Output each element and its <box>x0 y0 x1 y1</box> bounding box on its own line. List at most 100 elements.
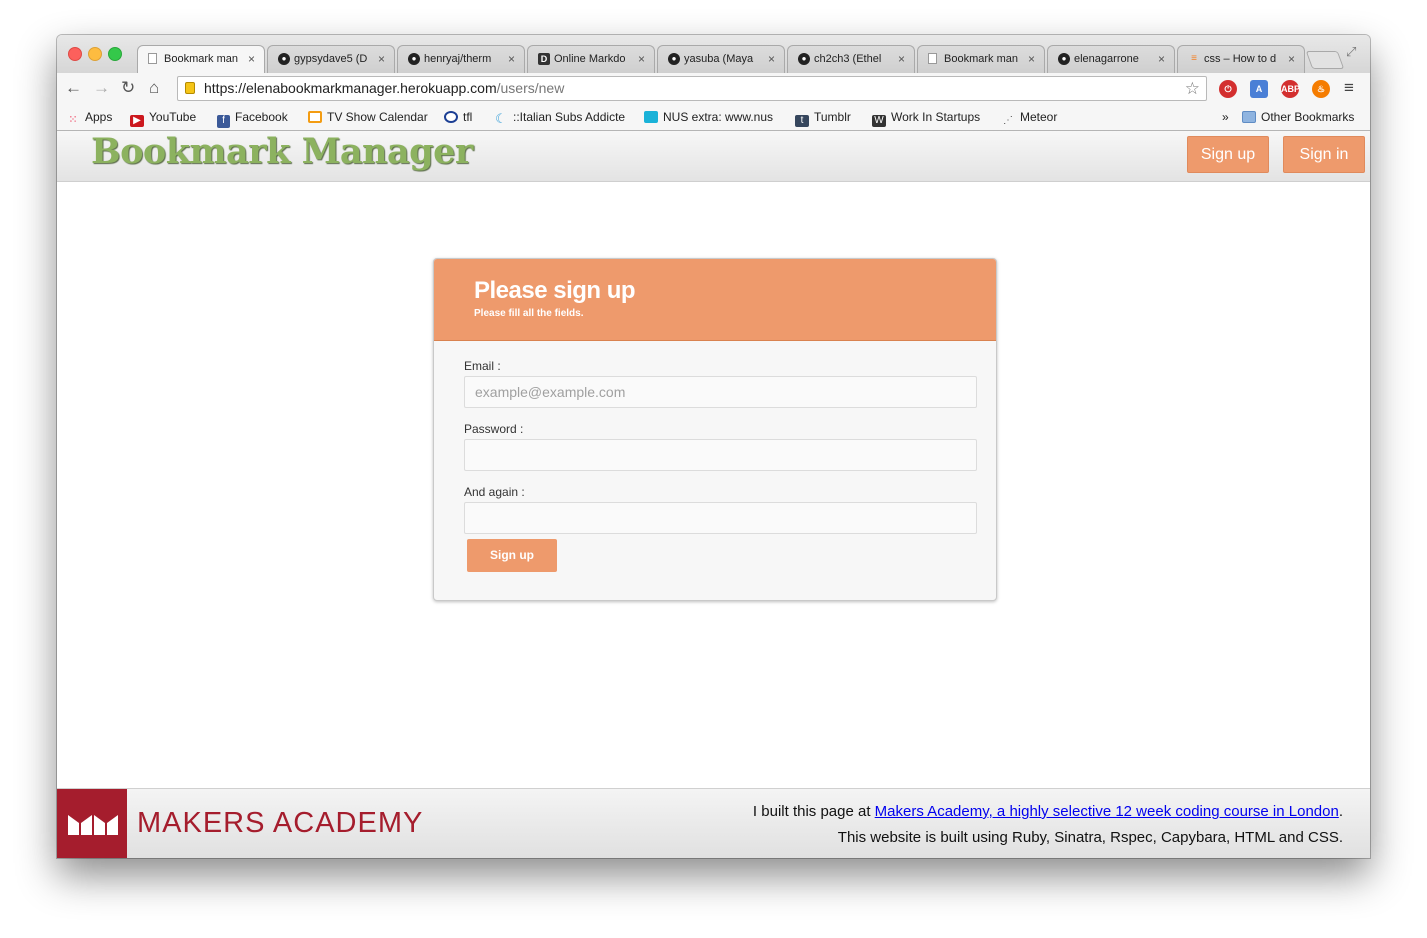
tab-close-icon[interactable]: × <box>1028 52 1035 66</box>
bookmark-italian-subs[interactable]: ☾::Italian Subs Addicte <box>494 110 630 125</box>
bookmarks-bar: ⁙ Apps ▶ YouTube f Facebook TV Show Calenda… <box>57 105 1370 131</box>
tab-close-icon[interactable]: × <box>1288 52 1295 66</box>
tab-label: Online Markdo <box>554 53 626 65</box>
bookmark-work-in-startups[interactable]: W Work In Startups <box>872 110 980 127</box>
github-icon: ● <box>798 53 810 65</box>
youtube-icon: ▶ <box>130 115 144 127</box>
signup-submit-button[interactable]: Sign up <box>467 539 557 572</box>
header-signin-button[interactable]: Sign in <box>1283 136 1365 173</box>
tab-online-markdown[interactable]: D Online Markdo × <box>527 45 655 73</box>
lock-icon <box>185 82 195 94</box>
tab-close-icon[interactable]: × <box>1158 52 1165 66</box>
bookmark-apps[interactable]: ⁙ Apps <box>66 110 112 126</box>
stackoverflow-icon: ≡ <box>1191 53 1197 64</box>
bookmark-nus-extra[interactable]: NUS extra: www.nus <box>644 110 779 124</box>
footer-tech-line: This website is built using Ruby, Sinatr… <box>837 829 1343 846</box>
bookmark-label: Facebook <box>235 110 288 124</box>
tv-icon <box>308 111 322 123</box>
tab-label: henryaj/therm <box>424 53 492 65</box>
bookmark-label: Apps <box>85 110 113 124</box>
makers-academy-link[interactable]: Makers Academy, a highly selective 12 we… <box>875 803 1339 820</box>
window-maximize-button[interactable] <box>108 47 122 61</box>
folder-icon <box>1242 111 1256 123</box>
bookmark-label: tfl <box>463 110 473 124</box>
new-tab-button[interactable] <box>1305 51 1345 69</box>
bookmark-label: Work In Startups <box>891 110 981 124</box>
tab-label: elenagarrone <box>1074 53 1139 65</box>
tab-close-icon[interactable]: × <box>638 52 645 66</box>
tumblr-icon: t <box>795 115 809 127</box>
footer-credit-suffix: . <box>1338 803 1343 820</box>
tab-close-icon[interactable]: × <box>898 52 905 66</box>
signup-card: Please sign up Please fill all the field… <box>433 258 997 601</box>
web-page: Bookmark Manager Sign up Sign in Please … <box>57 131 1370 858</box>
bookmark-youtube[interactable]: ▶ YouTube <box>130 110 196 127</box>
tab-yasuba[interactable]: ● yasuba (Maya × <box>657 45 785 73</box>
translate-extension-icon[interactable]: A <box>1250 80 1268 98</box>
window-minimize-button[interactable] <box>88 47 102 61</box>
bookmarks-overflow-chevron[interactable]: » <box>1222 110 1229 124</box>
password-confirm-label: And again : <box>464 485 525 499</box>
adblock-plus-icon[interactable]: ABP <box>1281 80 1300 98</box>
browser-toolbar: ← → ↻ ⌂ https://elenabookmarkmanager.her… <box>57 73 1370 105</box>
bookmark-tfl[interactable]: tfl <box>444 110 472 124</box>
header-signup-button[interactable]: Sign up <box>1187 136 1269 173</box>
bookmark-facebook[interactable]: f Facebook <box>217 110 288 128</box>
tab-label: ch2ch3 (Ethel <box>814 53 882 65</box>
tab-bookmark-manager-2[interactable]: Bookmark man × <box>917 45 1045 73</box>
email-field[interactable] <box>464 376 977 408</box>
signup-card-header: Please sign up Please fill all the field… <box>434 259 996 341</box>
password-confirm-field[interactable] <box>464 502 977 534</box>
site-logo[interactable]: Bookmark Manager <box>91 131 473 172</box>
bookmark-label: TV Show Calendar <box>327 110 428 124</box>
power-extension-icon[interactable]: ⏻ <box>1219 80 1237 98</box>
tfl-roundel-icon <box>444 111 458 123</box>
fire-extension-icon[interactable]: ♨ <box>1312 80 1330 98</box>
bookmark-meteor[interactable]: ⋰ Meteor <box>1001 110 1057 127</box>
tab-bookmark-manager[interactable]: Bookmark man × <box>137 45 265 73</box>
tab-gypsydave5[interactable]: ● gypsydave5 (D × <box>267 45 395 73</box>
tab-strip: Bookmark man × ● gypsydave5 (D × ● henry… <box>57 35 1370 73</box>
other-bookmarks-folder[interactable]: Other Bookmarks <box>1242 110 1354 124</box>
github-icon: ● <box>668 53 680 65</box>
meteor-icon: ⋰ <box>1003 115 1013 126</box>
tab-ch2ch3[interactable]: ● ch2ch3 (Ethel × <box>787 45 915 73</box>
tab-henryaj[interactable]: ● henryaj/therm × <box>397 45 525 73</box>
url-path: /users/new <box>496 80 565 96</box>
nus-icon <box>644 111 658 123</box>
tab-css-how-to[interactable]: ≡ css – How to d × <box>1177 45 1305 73</box>
browser-window: Bookmark man × ● gypsydave5 (D × ● henry… <box>57 35 1370 858</box>
page-icon <box>148 53 157 64</box>
tab-close-icon[interactable]: × <box>248 52 255 66</box>
footer-credit-line: I built this page at Makers Academy, a h… <box>753 803 1343 820</box>
bookmark-label: Other Bookmarks <box>1261 110 1355 124</box>
password-label: Password : <box>464 422 524 436</box>
bookmark-star-icon[interactable]: ☆ <box>1185 77 1200 100</box>
fullscreen-icon[interactable]: ⤢ <box>1346 44 1356 60</box>
url-host: https://elenabookmarkmanager.herokuapp.c… <box>204 80 497 96</box>
back-arrow-icon[interactable]: ← <box>65 78 82 98</box>
tab-close-icon[interactable]: × <box>768 52 775 66</box>
github-icon: ● <box>1058 53 1070 65</box>
tab-elenagarrone[interactable]: ● elenagarrone × <box>1047 45 1175 73</box>
tab-close-icon[interactable]: × <box>378 52 385 66</box>
window-close-button[interactable] <box>68 47 82 61</box>
tab-close-icon[interactable]: × <box>508 52 515 66</box>
signup-title: Please sign up <box>474 277 636 304</box>
apps-grid-icon: ⁙ <box>68 114 78 126</box>
reload-icon[interactable]: ↻ <box>121 78 135 98</box>
bookmark-tv-show-calendar[interactable]: TV Show Calendar <box>308 110 428 124</box>
footer-credit-prefix: I built this page at <box>752 803 875 820</box>
email-label: Email : <box>464 359 501 373</box>
address-bar[interactable]: https://elenabookmarkmanager.herokuapp.c… <box>177 76 1207 101</box>
wis-icon: W <box>872 115 886 127</box>
site-header: Bookmark Manager Sign up Sign in <box>57 131 1370 182</box>
home-icon[interactable]: ⌂ <box>149 78 159 98</box>
browser-menu-icon[interactable]: ≡ <box>1344 78 1354 98</box>
bookmark-label: Meteor <box>1020 110 1058 124</box>
makers-academy-logo-icon[interactable] <box>57 789 127 858</box>
password-field[interactable] <box>464 439 977 471</box>
bookmark-label: YouTube <box>149 110 197 124</box>
bookmark-tumblr[interactable]: t Tumblr <box>795 110 851 127</box>
forward-arrow-icon[interactable]: → <box>93 78 110 98</box>
